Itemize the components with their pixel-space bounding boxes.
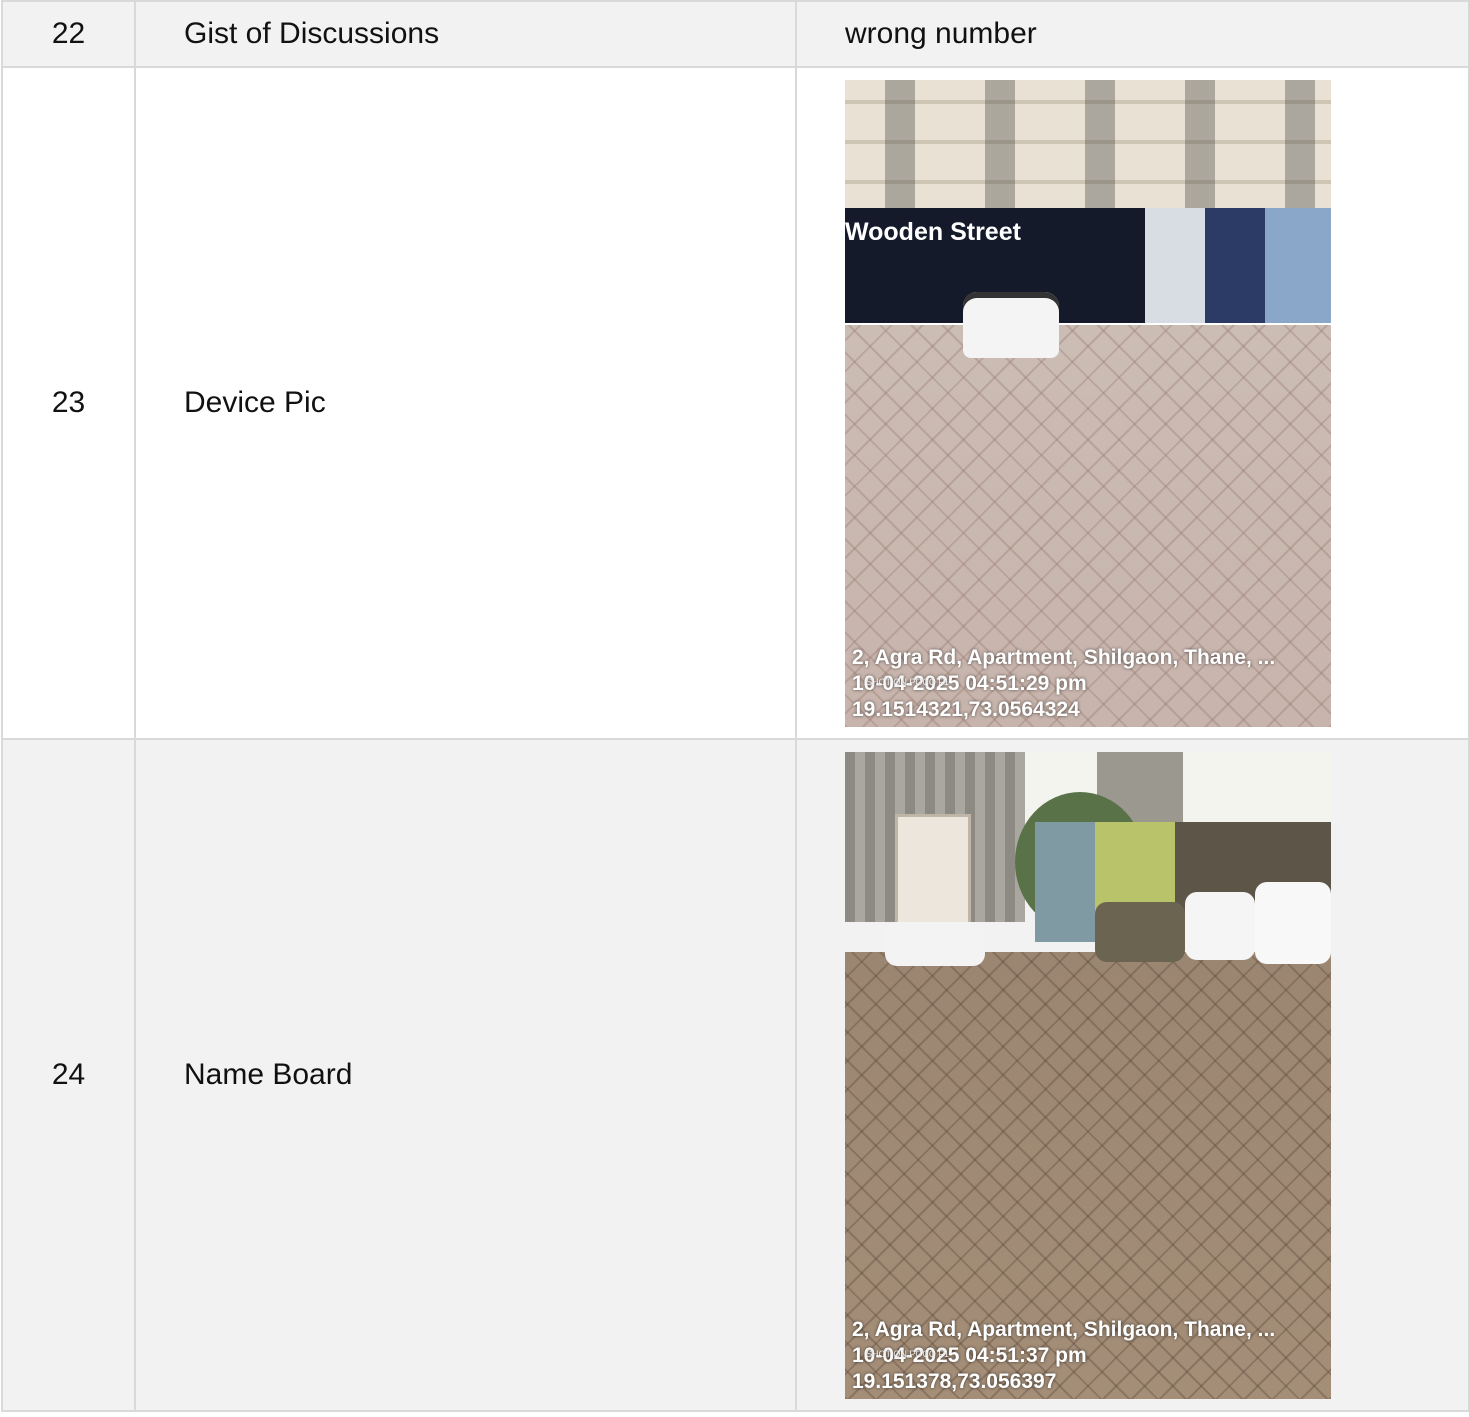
parked-car xyxy=(1185,891,1255,960)
device-photo: Wooden Street 2, Agra Rd, Apartment, Shi… xyxy=(845,79,1331,727)
photo-geo-stamp: 2, Agra Rd, Apartment, Shilgaon, Thane, … xyxy=(852,1317,1275,1395)
shop-sign: Wooden Street xyxy=(845,217,1021,246)
parked-car xyxy=(963,291,1059,358)
row-label: Name Board xyxy=(134,738,797,1412)
photo-geo-stamp: 2, Agra Rd, Apartment, Shilgaon, Thane, … xyxy=(852,645,1275,723)
photo-address: 2, Agra Rd, Apartment, Shilgaon, Thane, … xyxy=(852,645,1276,669)
report-table: 22 Gist of Discussions wrong number 23 D… xyxy=(1,0,1469,1412)
apartment-building xyxy=(845,79,1331,220)
table-row: 23 Device Pic Wooden Street 2, Agra Rd, … xyxy=(1,66,1469,740)
row-number: 23 xyxy=(1,66,136,740)
parked-car xyxy=(885,921,985,966)
camera-watermark: SHOT ON POCO F1 xyxy=(866,1348,949,1359)
table-row: 24 Name Board 2, Agra Rd, Apartment, Shi… xyxy=(1,738,1469,1412)
row-label: Device Pic xyxy=(134,66,797,740)
row-number: 22 xyxy=(1,0,136,68)
photo-coordinates: 19.151378,73.056397 xyxy=(852,1369,1057,1393)
table-row: 22 Gist of Discussions wrong number xyxy=(1,0,1469,68)
parked-car xyxy=(1255,881,1331,964)
photo-coordinates: 19.1514321,73.0564324 xyxy=(852,697,1080,721)
photo-address: 2, Agra Rd, Apartment, Shilgaon, Thane, … xyxy=(852,1317,1276,1341)
row-photo-cell: 2, Agra Rd, Apartment, Shilgaon, Thane, … xyxy=(795,738,1469,1412)
parked-car xyxy=(1095,901,1185,962)
name-board-photo: 2, Agra Rd, Apartment, Shilgaon, Thane, … xyxy=(845,751,1331,1399)
row-number: 24 xyxy=(1,738,136,1412)
entrance-gate xyxy=(895,813,971,938)
camera-watermark: SHOT ON POCO F1 xyxy=(866,676,949,687)
row-photo-cell: Wooden Street 2, Agra Rd, Apartment, Shi… xyxy=(795,66,1469,740)
row-label: Gist of Discussions xyxy=(134,0,797,68)
row-value: wrong number xyxy=(795,0,1469,68)
